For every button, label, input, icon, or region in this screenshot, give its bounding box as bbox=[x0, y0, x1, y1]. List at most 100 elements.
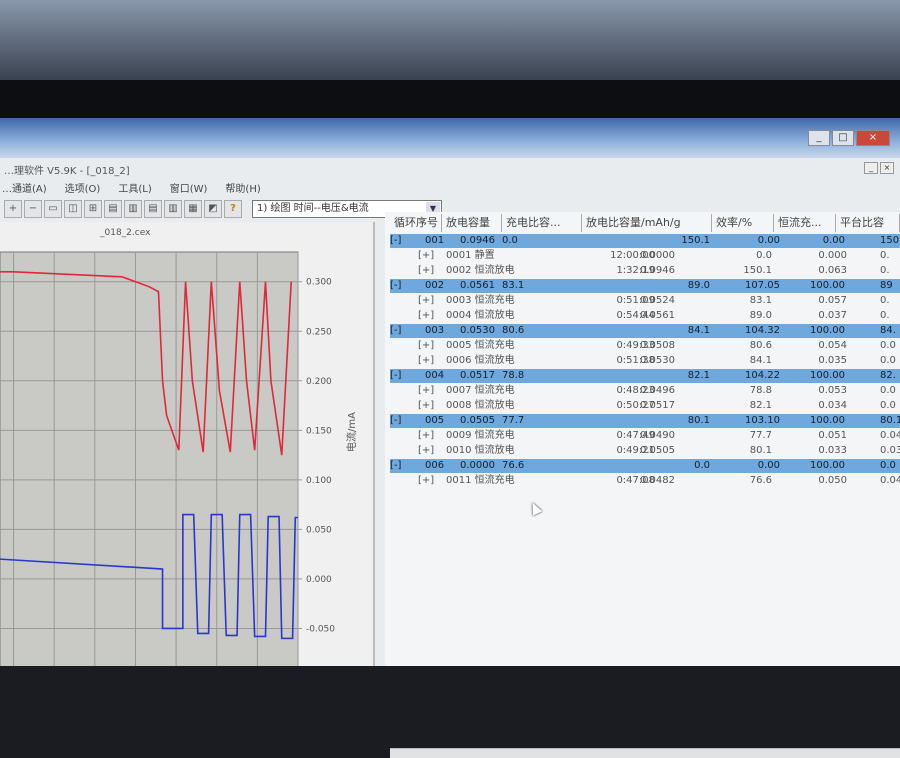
disabled-tool-icon[interactable]: ▤ bbox=[144, 200, 162, 218]
expand-toggle[interactable]: [+] bbox=[418, 474, 434, 488]
mdi-close-button[interactable]: × bbox=[880, 162, 894, 174]
expand-toggle[interactable]: [+] bbox=[418, 294, 434, 308]
layout-2-icon[interactable]: ◫ bbox=[64, 200, 82, 218]
cell-cap: 0.0508 bbox=[640, 340, 675, 351]
expand-toggle[interactable]: [+] bbox=[418, 339, 434, 353]
help-icon[interactable]: ? bbox=[224, 200, 242, 218]
cycle-row[interactable]: [-] 001 0.0946 0.0 150.1 0.00 0.00 150 bbox=[390, 234, 900, 248]
mdi-minimize-button[interactable]: _ bbox=[864, 162, 878, 174]
cell-c4: 100.00 bbox=[810, 415, 845, 426]
horizontal-scrollbar[interactable] bbox=[390, 748, 900, 758]
cell-name: 0006 恒流放电 bbox=[446, 355, 515, 366]
step-row[interactable]: [+] 0001 静置 12:00:00 0.0000 0.0 0.000 0. bbox=[390, 249, 900, 263]
cell-cap: 0.0946 bbox=[640, 265, 675, 276]
step-row[interactable]: [+] 0008 恒流放电 0:50:27 0.0517 82.1 0.034 0.0 bbox=[390, 399, 900, 413]
disabled-tool-icon[interactable]: ▥ bbox=[124, 200, 142, 218]
cell-v3: 0.0 bbox=[880, 355, 896, 366]
expand-toggle[interactable]: [+] bbox=[418, 429, 434, 443]
step-row[interactable]: [+] 0005 恒流充电 0:49:33 0.0508 80.6 0.054 0.0 bbox=[390, 339, 900, 353]
cell-c3: 0.00 bbox=[757, 235, 780, 246]
cycle-row[interactable]: [-] 006 0.0000 76.6 0.0 0.00 100.00 0.0 bbox=[390, 459, 900, 473]
cell-time: 0:49:33 bbox=[616, 340, 655, 351]
cell-v3: 0.03 bbox=[880, 445, 900, 456]
cell-v2: 0.000 bbox=[818, 250, 847, 261]
cell-v2: 0.050 bbox=[818, 475, 847, 486]
calculator-icon[interactable]: ▦ bbox=[184, 200, 202, 218]
cell-time: 0:51:38 bbox=[616, 355, 655, 366]
cell-v: 89.0 bbox=[749, 310, 772, 321]
menu-help[interactable]: 帮助(H) bbox=[225, 180, 260, 196]
expand-toggle[interactable]: [+] bbox=[418, 354, 434, 368]
cell-c3: 104.22 bbox=[745, 370, 780, 381]
cell-c1: 80.6 bbox=[502, 325, 525, 336]
step-row[interactable]: [+] 0003 恒流充电 0:51:09 0.0524 83.1 0.057 0. bbox=[390, 294, 900, 308]
disabled-tool-icon[interactable]: ▤ bbox=[104, 200, 122, 218]
column-header[interactable]: 放电容量 bbox=[442, 214, 502, 232]
maximize-button[interactable]: □ bbox=[832, 130, 854, 146]
cell-cap: 0.0496 bbox=[640, 385, 675, 396]
column-header[interactable]: 效率/% bbox=[712, 214, 774, 232]
column-header[interactable]: 平台比容 bbox=[836, 214, 900, 232]
collapse-toggle[interactable]: [-] bbox=[390, 369, 401, 383]
cell-v3: 0.04 bbox=[880, 475, 900, 486]
cell-cap: 0.0530 bbox=[460, 325, 495, 336]
cell-v3: 0.0 bbox=[880, 385, 896, 396]
y-tick-label: 0.300 bbox=[306, 278, 332, 288]
collapse-toggle[interactable]: [-] bbox=[390, 279, 401, 293]
cell-v2: 0.034 bbox=[818, 400, 847, 411]
menu-window[interactable]: 窗口(W) bbox=[170, 180, 208, 196]
menu-channel[interactable]: …通道(A) bbox=[2, 180, 47, 196]
cycle-row[interactable]: [-] 005 0.0505 77.7 80.1 103.10 100.00 80.1 bbox=[390, 414, 900, 428]
collapse-toggle[interactable]: [-] bbox=[390, 414, 401, 428]
step-row[interactable]: [+] 0004 恒流放电 0:54:44 0.0561 89.0 0.037 0. bbox=[390, 309, 900, 323]
zoom-in-icon[interactable]: + bbox=[4, 200, 22, 218]
cell-v: 80.1 bbox=[749, 445, 772, 456]
column-header[interactable]: 循环序号 bbox=[390, 214, 442, 232]
step-row[interactable]: [+] 0007 恒流充电 0:48:23 0.0496 78.8 0.053 0.0 bbox=[390, 384, 900, 398]
minimize-button[interactable]: _ bbox=[808, 130, 830, 146]
cell-v3: 0. bbox=[880, 295, 890, 306]
cell-id: 002 bbox=[425, 280, 445, 291]
column-header[interactable]: 恒流充... bbox=[774, 214, 836, 232]
cell-c4: 0.00 bbox=[822, 235, 845, 246]
menu-tools[interactable]: 工具(L) bbox=[118, 180, 151, 196]
step-row[interactable]: [+] 0010 恒流放电 0:49:21 0.0505 80.1 0.033 0.03 bbox=[390, 444, 900, 458]
menu-options[interactable]: 选项(O) bbox=[65, 180, 101, 196]
step-row[interactable]: [+] 0002 恒流放电 1:32:19 0.0946 150.1 0.063 0. bbox=[390, 264, 900, 278]
disabled-tool-icon[interactable]: ▥ bbox=[164, 200, 182, 218]
step-row[interactable]: [+] 0009 恒流充电 0:47:49 0.0490 77.7 0.051 0.04 bbox=[390, 429, 900, 443]
layout-1-icon[interactable]: ▭ bbox=[44, 200, 62, 218]
cell-name: 0001 静置 bbox=[446, 250, 495, 261]
cell-c5: 150 bbox=[880, 235, 900, 246]
cell-cap: 0.0505 bbox=[640, 445, 675, 456]
expand-toggle[interactable]: [+] bbox=[418, 399, 434, 413]
column-header[interactable]: 充电比容... bbox=[502, 214, 582, 232]
expand-toggle[interactable]: [+] bbox=[418, 249, 434, 263]
close-button[interactable]: × bbox=[856, 130, 890, 146]
step-row[interactable]: [+] 0011 恒流充电 0:47:08 0.0482 76.6 0.050 0.04 bbox=[390, 474, 900, 488]
cell-time: 0:54:44 bbox=[616, 310, 655, 321]
step-row[interactable]: [+] 0006 恒流放电 0:51:38 0.0530 84.1 0.035 0.0 bbox=[390, 354, 900, 368]
cell-cap: 0.0524 bbox=[640, 295, 675, 306]
cycle-row[interactable]: [-] 002 0.0561 83.1 89.0 107.05 100.00 89 bbox=[390, 279, 900, 293]
y-tick-label: -0.050 bbox=[306, 624, 335, 634]
expand-toggle[interactable]: [+] bbox=[418, 384, 434, 398]
column-header[interactable]: 放电比容量/mAh/g bbox=[582, 214, 712, 232]
cell-name: 0002 恒流放电 bbox=[446, 265, 515, 276]
collapse-toggle[interactable]: [-] bbox=[390, 459, 401, 473]
y-tick-label: 0.000 bbox=[306, 575, 332, 585]
expand-toggle[interactable]: [+] bbox=[418, 264, 434, 278]
expand-toggle[interactable]: [+] bbox=[418, 444, 434, 458]
collapse-toggle[interactable]: [-] bbox=[390, 324, 401, 338]
layout-4-icon[interactable]: ⊞ bbox=[84, 200, 102, 218]
collapse-toggle[interactable]: [-] bbox=[390, 234, 401, 248]
cell-name: 0003 恒流充电 bbox=[446, 295, 515, 306]
cell-v: 83.1 bbox=[749, 295, 772, 306]
chart-edit-icon[interactable]: ◩ bbox=[204, 200, 222, 218]
cell-v: 0.0 bbox=[756, 250, 772, 261]
cycle-row[interactable]: [-] 003 0.0530 80.6 84.1 104.32 100.00 84. bbox=[390, 324, 900, 338]
zoom-out-icon[interactable]: − bbox=[24, 200, 42, 218]
cell-c1: 0.0 bbox=[502, 235, 518, 246]
cycle-row[interactable]: [-] 004 0.0517 78.8 82.1 104.22 100.00 82. bbox=[390, 369, 900, 383]
expand-toggle[interactable]: [+] bbox=[418, 309, 434, 323]
